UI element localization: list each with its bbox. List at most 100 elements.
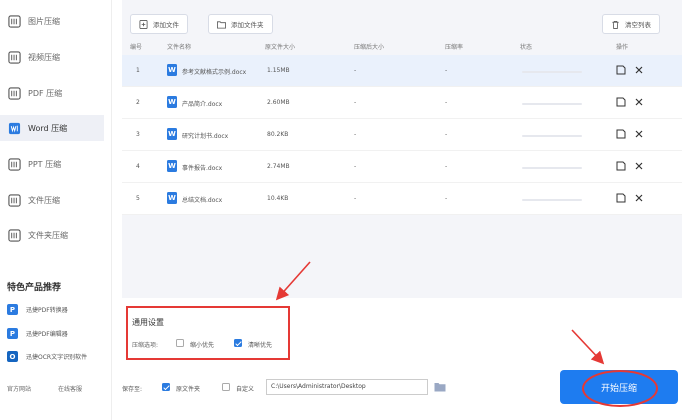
row-number: 5: [136, 195, 140, 202]
row-compressed-size: -: [354, 67, 357, 74]
product-label: 迅捷OCR文字识别软件: [26, 354, 88, 361]
progress-bar: [522, 103, 582, 105]
col-number: 编号: [130, 44, 143, 51]
table-row[interactable]: 1 W 参考文献格式示例.docx 1.15MB - -: [122, 55, 682, 87]
pdf-icon: [8, 86, 21, 100]
product-label: 迅捷PDF编辑器: [26, 331, 68, 338]
sidebar-item-label: PDF 压缩: [28, 88, 63, 98]
word-file-icon: W: [167, 192, 177, 204]
add-file-button[interactable]: 添加文件: [130, 14, 188, 34]
word-file-icon: W: [167, 64, 177, 76]
row-original-size: 1.15MB: [267, 67, 290, 74]
row-original-size: 2.74MB: [267, 163, 290, 170]
delete-icon[interactable]: [634, 97, 644, 107]
progress-bar: [522, 135, 582, 137]
open-file-icon[interactable]: [616, 193, 626, 203]
folder-icon: [8, 228, 21, 242]
row-number: 1: [136, 67, 140, 74]
row-ratio: -: [445, 131, 448, 138]
size-priority-checkbox[interactable]: [176, 339, 184, 347]
sidebar: 图片压缩 视频压缩 PDF 压缩 Word 压缩 PPT 压缩 文件压缩 文件夹…: [0, 0, 112, 420]
col-original-size: 原文件大小: [265, 44, 296, 51]
annotation-ring: [582, 370, 658, 407]
delete-icon[interactable]: [634, 65, 644, 75]
product-label: 迅捷PDF转换器: [26, 307, 68, 314]
open-file-icon[interactable]: [616, 129, 626, 139]
save-path-input[interactable]: C:\Users\Administrator\Desktop: [266, 379, 428, 395]
add-folder-button[interactable]: 添加文件夹: [208, 14, 273, 34]
product-ocr[interactable]: O 迅捷OCR文字识别软件: [7, 351, 87, 362]
size-priority-label: 缩小优先: [190, 342, 215, 349]
col-status: 状态: [520, 44, 533, 51]
table-row[interactable]: 2 W 产品简介.docx 2.60MB - -: [122, 87, 682, 119]
row-original-size: 80.2KB: [267, 131, 289, 138]
row-number: 3: [136, 131, 140, 138]
sidebar-item-label: PPT 压缩: [28, 159, 62, 169]
word-file-icon: W: [167, 128, 177, 140]
col-ratio: 压缩率: [445, 44, 464, 51]
ppt-icon: [8, 157, 21, 171]
start-arrow: [571, 329, 605, 365]
row-filename: 事件报告.docx: [182, 165, 223, 172]
word-file-icon: W: [167, 160, 177, 172]
pdf-converter-icon: P: [7, 304, 18, 315]
trash-icon: [612, 20, 619, 29]
delete-icon[interactable]: [634, 193, 644, 203]
save-to-label: 保存至:: [122, 386, 143, 393]
add-file-label: 添加文件: [153, 21, 179, 29]
sidebar-item-image[interactable]: 图片压缩: [0, 8, 104, 34]
table-row[interactable]: 4 W 事件报告.docx 2.74MB - -: [122, 151, 682, 183]
row-compressed-size: -: [354, 195, 357, 202]
open-file-icon[interactable]: [616, 65, 626, 75]
progress-bar: [522, 71, 582, 73]
word-file-icon: W: [167, 96, 177, 108]
browse-folder-icon[interactable]: [434, 382, 446, 392]
col-compressed-size: 压缩后大小: [354, 44, 385, 51]
word-icon: [8, 122, 21, 134]
online-service-link[interactable]: 在线客服: [58, 384, 82, 393]
table-row[interactable]: 5 W 总结文档.docx 10.4KB - -: [122, 183, 682, 215]
image-icon: [8, 14, 21, 28]
delete-icon[interactable]: [634, 129, 644, 139]
row-number: 4: [136, 163, 140, 170]
col-filename: 文件名称: [167, 44, 192, 51]
settings-title: 通用设置: [132, 318, 164, 327]
open-file-icon[interactable]: [616, 97, 626, 107]
progress-bar: [522, 167, 582, 169]
col-actions: 操作: [616, 44, 629, 51]
row-ratio: -: [445, 195, 448, 202]
sidebar-item-folder[interactable]: 文件夹压缩: [0, 222, 104, 248]
product-pdf-converter[interactable]: P 迅捷PDF转换器: [7, 304, 68, 315]
original-folder-label: 原文件夹: [176, 386, 201, 393]
save-location-bar: 保存至: 原文件夹 自定义 C:\Users\Administrator\Des…: [122, 372, 562, 402]
row-ratio: -: [445, 67, 448, 74]
sidebar-item-pdf[interactable]: PDF 压缩: [0, 80, 104, 106]
sidebar-item-file[interactable]: 文件压缩: [0, 187, 104, 213]
open-file-icon[interactable]: [616, 161, 626, 171]
featured-title: 特色产品推荐: [7, 283, 62, 293]
quality-priority-checkbox[interactable]: [234, 339, 242, 347]
sidebar-item-word[interactable]: Word 压缩: [0, 115, 104, 141]
row-ratio: -: [445, 163, 448, 170]
progress-bar: [522, 199, 582, 201]
delete-icon[interactable]: [634, 161, 644, 171]
row-number: 2: [136, 99, 140, 106]
sidebar-item-label: 文件压缩: [28, 195, 60, 205]
table-row[interactable]: 3 W 研究计划书.docx 80.2KB - -: [122, 119, 682, 151]
sidebar-item-ppt[interactable]: PPT 压缩: [0, 151, 104, 177]
add-folder-icon: [217, 20, 226, 29]
custom-folder-checkbox[interactable]: [222, 383, 230, 391]
row-compressed-size: -: [354, 131, 357, 138]
official-site-link[interactable]: 官方网站: [7, 384, 31, 393]
clear-list-button[interactable]: 清空列表: [602, 14, 660, 34]
original-folder-checkbox[interactable]: [162, 383, 170, 391]
sidebar-item-video[interactable]: 视频压缩: [0, 44, 104, 70]
row-compressed-size: -: [354, 99, 357, 106]
product-pdf-editor[interactable]: P 迅捷PDF编辑器: [7, 328, 68, 339]
compress-mode-label: 压缩选项:: [132, 342, 159, 349]
sidebar-item-label: 图片压缩: [28, 16, 60, 26]
row-filename: 参考文献格式示例.docx: [182, 69, 247, 76]
ocr-icon: O: [7, 351, 18, 362]
row-original-size: 10.4KB: [267, 195, 289, 202]
row-filename: 产品简介.docx: [182, 101, 223, 108]
